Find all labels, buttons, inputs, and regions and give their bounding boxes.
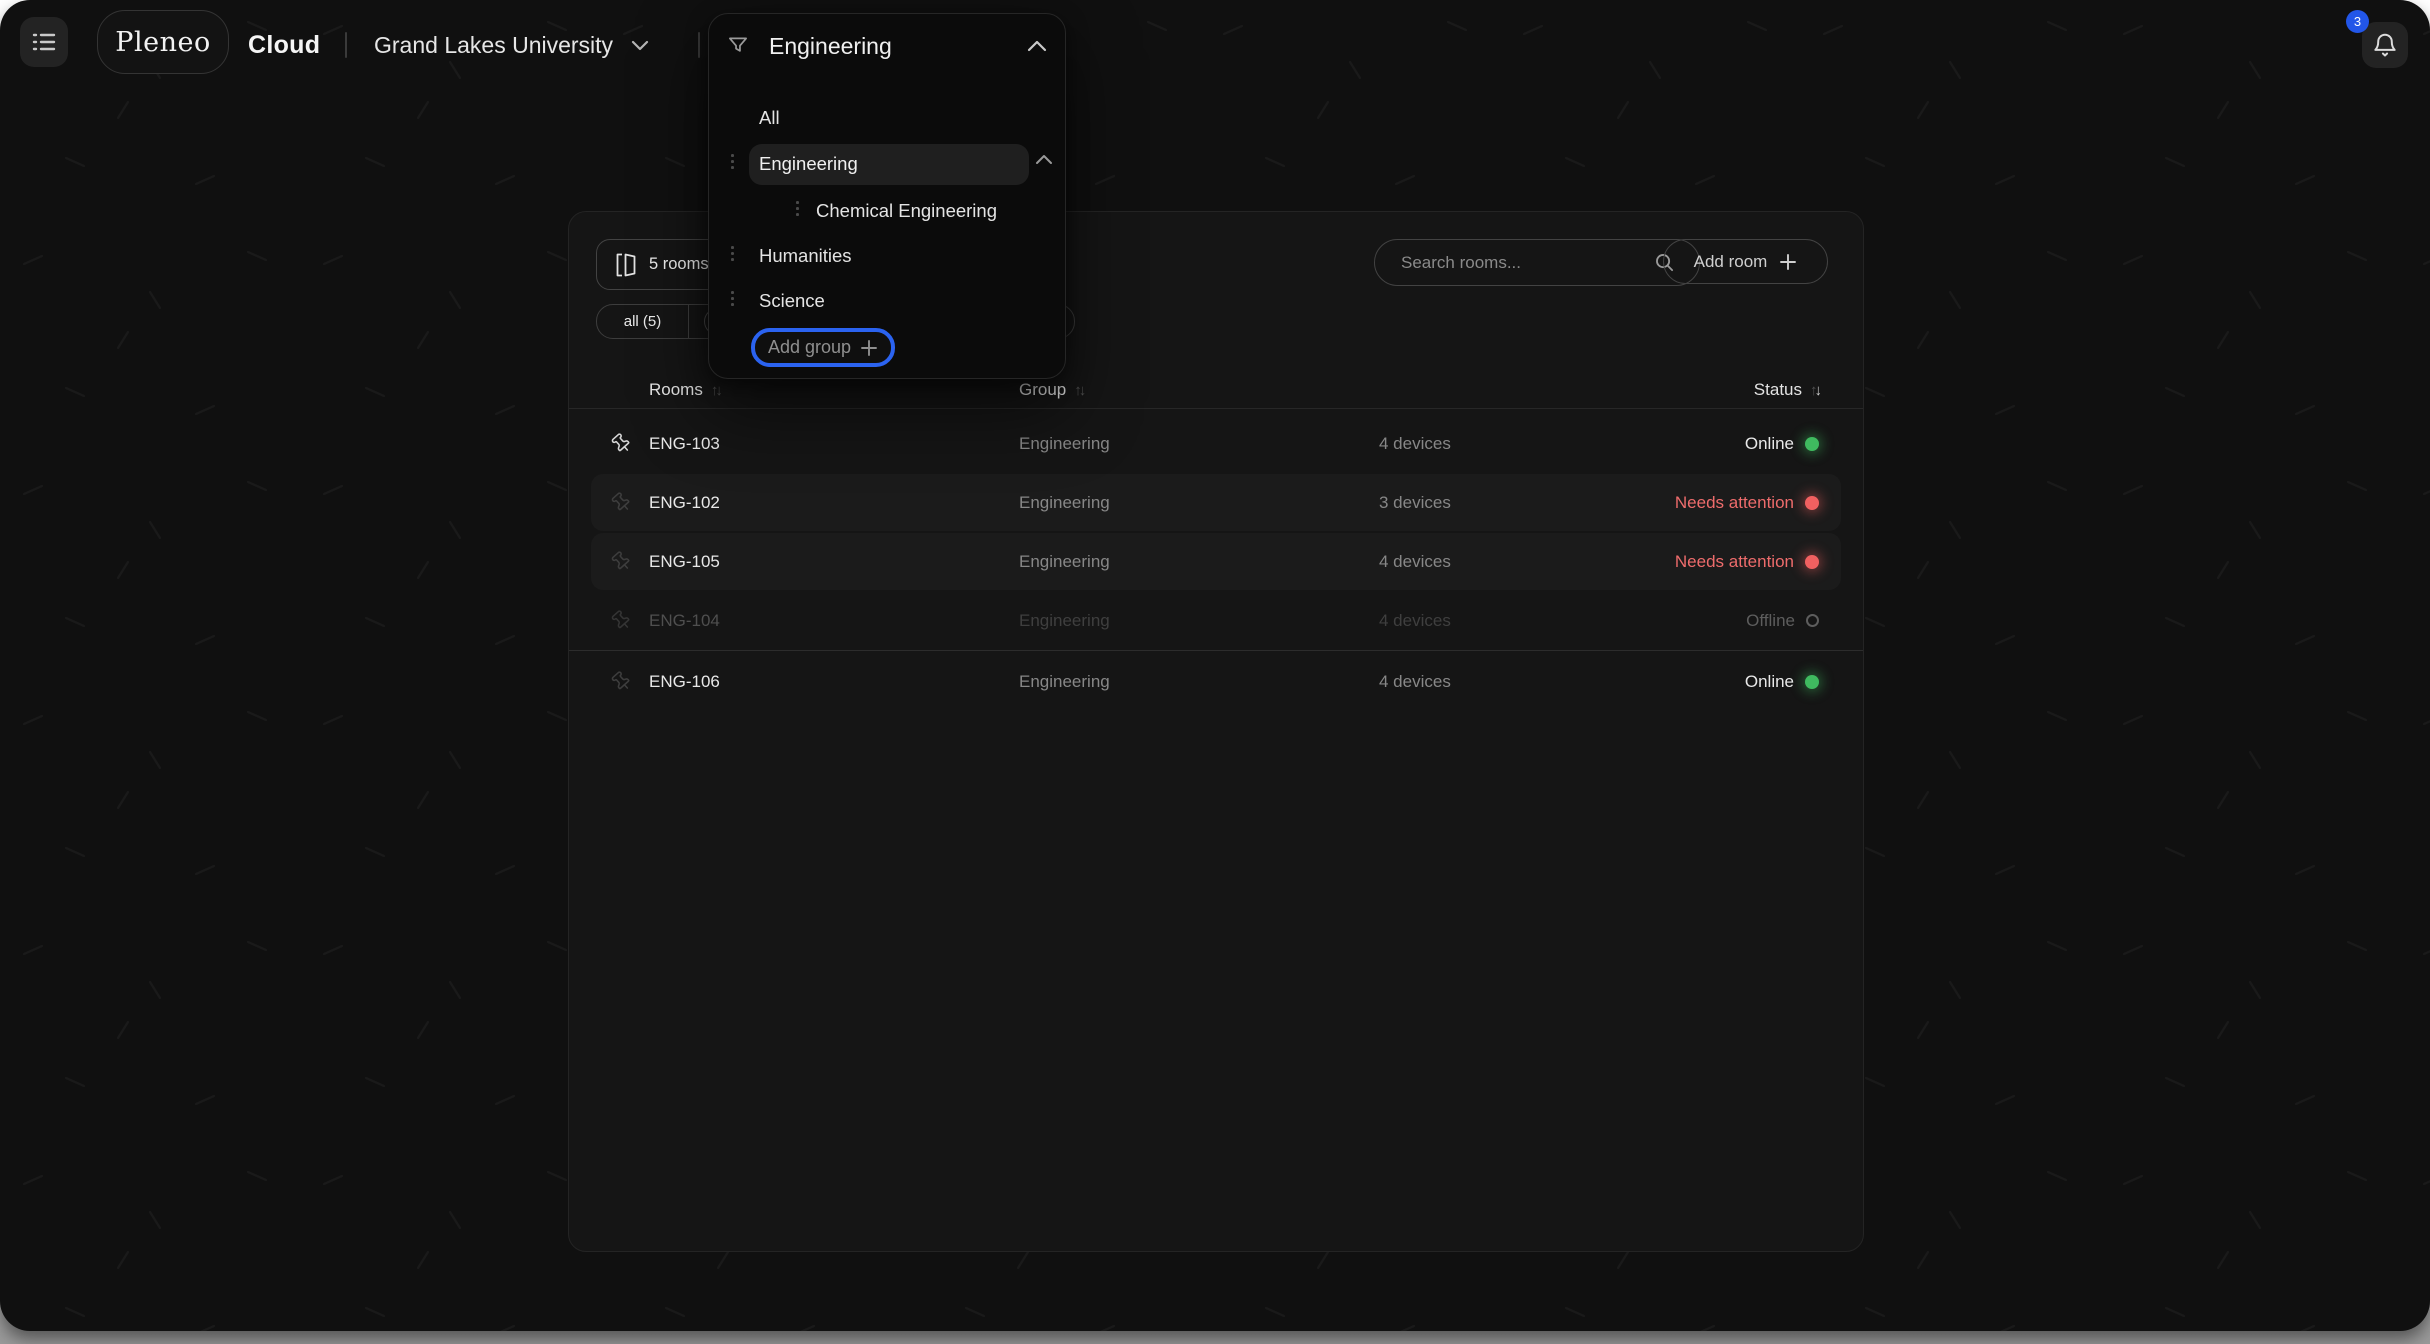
drag-handle-icon[interactable] (731, 246, 734, 261)
chevron-down-icon (629, 38, 651, 52)
room-devices: 4 devices (1379, 533, 1451, 590)
notification-badge[interactable]: 3 (2346, 10, 2369, 33)
status-dot-offline (1806, 614, 1819, 627)
drag-handle-icon[interactable] (731, 154, 734, 169)
menu-item-all[interactable]: All (709, 95, 1065, 141)
plus-icon (860, 339, 878, 357)
brand-wordmark: Pleneo (115, 27, 210, 58)
filter-all-segment[interactable]: all (5) (597, 305, 689, 338)
menu-button[interactable] (20, 17, 68, 67)
search-placeholder: Search rooms... (1401, 253, 1521, 273)
room-group: Engineering (1019, 592, 1110, 649)
menu-item-engineering[interactable]: Engineering (709, 141, 1065, 187)
room-name: ENG-102 (649, 474, 720, 531)
org-name: Grand Lakes University (374, 32, 613, 59)
header-divider-2 (698, 32, 700, 58)
room-name: ENG-105 (649, 533, 720, 590)
pin-icon[interactable] (607, 667, 637, 697)
room-devices: 3 devices (1379, 474, 1451, 531)
header-divider (345, 32, 347, 58)
pin-icon[interactable] (607, 606, 637, 636)
chevron-up-icon (1025, 39, 1049, 54)
search-input[interactable]: Search rooms... (1374, 239, 1700, 286)
room-devices: 4 devices (1379, 653, 1451, 710)
sort-icons-rooms: ↑↓ (711, 382, 720, 399)
sort-icons-status: ↑↓ (1810, 382, 1819, 399)
drag-handle-icon[interactable] (731, 291, 734, 306)
room-name: ENG-106 (649, 653, 720, 710)
group-filter-dropdown: Engineering All Engineering Chemical Eng… (708, 13, 1066, 379)
table-row-eng-105[interactable]: ENG-105 Engineering 4 devices Needs atte… (591, 533, 1841, 590)
notifications-button[interactable] (2362, 22, 2408, 68)
list-menu-icon (31, 30, 57, 54)
app-window: Pleneo Cloud Grand Lakes University 3 (0, 0, 2430, 1331)
add-room-label: Add room (1694, 252, 1768, 272)
pin-icon[interactable] (607, 429, 637, 459)
room-group: Engineering (1019, 533, 1110, 590)
sort-icons-group: ↑↓ (1074, 382, 1083, 399)
plus-icon (1779, 253, 1797, 271)
room-status: Needs attention (1675, 533, 1819, 590)
menu-item-humanities[interactable]: Humanities (709, 233, 1065, 279)
org-switcher[interactable]: Grand Lakes University (374, 0, 651, 90)
room-status: Online (1745, 415, 1819, 472)
add-room-button[interactable]: Add room (1663, 239, 1828, 284)
table-row-eng-102[interactable]: ENG-102 Engineering 3 devices Needs atte… (591, 474, 1841, 531)
group-filter-selected: Engineering (767, 33, 1009, 60)
column-header-status[interactable]: Status ↑↓ (1754, 373, 1819, 407)
status-dot-online (1805, 675, 1819, 689)
room-name: ENG-103 (649, 415, 720, 472)
room-devices: 4 devices (1379, 592, 1451, 649)
chevron-up-icon[interactable] (1033, 153, 1055, 167)
bell-icon (2371, 31, 2399, 59)
add-group-button[interactable]: Add group (751, 328, 895, 367)
rooms-count-label: 5 rooms (649, 255, 709, 274)
table-row-eng-103[interactable]: ENG-103 Engineering 4 devices Online (591, 415, 1841, 472)
room-group: Engineering (1019, 415, 1110, 472)
room-status: Needs attention (1675, 474, 1819, 531)
room-name: ENG-104 (649, 592, 720, 649)
status-dot-online (1805, 437, 1819, 451)
offline-section-divider (569, 650, 1863, 651)
table-row-eng-104[interactable]: ENG-104 Engineering 4 devices Offline (591, 592, 1841, 649)
room-door-icon (614, 252, 638, 278)
add-group-label: Add group (768, 337, 851, 358)
brand-logo[interactable]: Pleneo (97, 10, 229, 74)
room-devices: 4 devices (1379, 415, 1451, 472)
status-dot-attention (1805, 555, 1819, 569)
pin-icon[interactable] (607, 547, 637, 577)
menu-item-chemical-engineering[interactable]: Chemical Engineering (709, 188, 1065, 234)
room-status: Offline (1746, 592, 1819, 649)
table-row-eng-106[interactable]: ENG-106 Engineering 4 devices Online (591, 653, 1841, 710)
room-group: Engineering (1019, 653, 1110, 710)
drag-handle-icon[interactable] (796, 201, 799, 216)
filter-funnel-icon (725, 33, 751, 59)
status-dot-attention (1805, 496, 1819, 510)
table-header-divider (569, 408, 1863, 409)
group-filter-trigger[interactable]: Engineering (725, 26, 1049, 66)
product-name: Cloud (248, 0, 320, 90)
column-header-rooms[interactable]: Rooms ↑↓ (649, 373, 720, 407)
menu-item-science[interactable]: Science (709, 278, 1065, 324)
room-group: Engineering (1019, 474, 1110, 531)
room-status: Online (1745, 653, 1819, 710)
pin-icon[interactable] (607, 488, 637, 518)
